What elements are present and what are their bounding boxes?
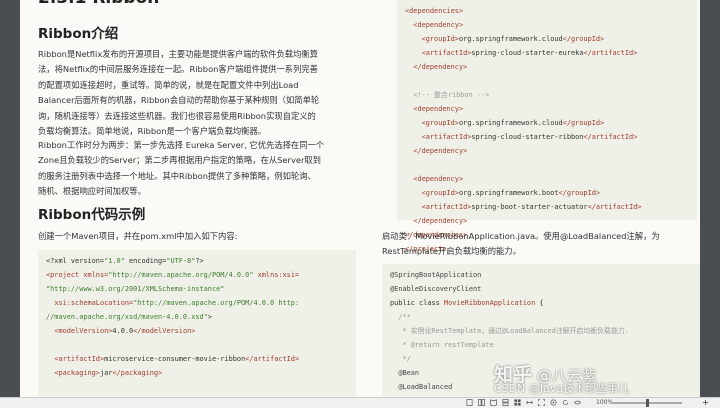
text-line: RestTemplate开启负载均衡的能力。 <box>382 246 521 257</box>
text-line: 启动类：MovieRibbonApplication.java。使用@LoadB… <box>382 231 660 241</box>
code-line: public class MovieRibbonApplication { <box>390 299 544 307</box>
text-line: 的服务注册列表中选择一个地址。其中Ribbon提供了多种策略，例如轮询、 <box>38 170 316 181</box>
intro-paragraph: Ribbon是Netflix发布的开源项目，主要功能是提供客户端的软件负载均衡算… <box>38 47 321 139</box>
text-line: 询，随机连接等）去连接这些机器。我们也很容易使用Ribbon实现自定义的 <box>38 110 316 121</box>
status-bar: 100% <box>0 397 720 408</box>
code-line: <project xmlns="http://maven.apache.org/… <box>46 271 300 279</box>
code-line: * 实例化RestTemplate，通过@LoadBalanced注解开启均衡负… <box>398 327 629 335</box>
text-line: 的配置项如连接超时，重试等。简单的说，就是在配置文件中列出Load <box>38 79 299 90</box>
code-line: <artifactId>spring-cloud-starter-eureka<… <box>421 49 638 57</box>
code-line: /** <box>398 313 411 321</box>
code-line: <artifactId>spring-cloud-starter-ribbon<… <box>421 133 638 141</box>
fullscreen-icon[interactable] <box>538 399 545 406</box>
text-line: Ribbon工作时分为两步：第一步先选择 Eureka Server, 它优先选… <box>38 140 325 150</box>
code-line: <?xml version="1.0" encoding="UTF-8"?> <box>46 257 204 265</box>
code-line: <groupId>org.springframework.cloud</grou… <box>421 119 605 127</box>
code-line: <!-- 整合ribbon --> <box>413 91 490 99</box>
zoom-level: 100% <box>596 399 614 406</box>
book-view-icon[interactable] <box>490 399 497 406</box>
text-line: 法，将Netflix的中间层服务连接在一起。Ribbon客户端组件提供一系列完善 <box>38 64 318 75</box>
code-line: <artifactId>spring-boot-starter-actuator… <box>421 203 642 211</box>
intro-heading: Ribbon介绍 <box>38 26 119 42</box>
zoom-slider-handle[interactable] <box>646 399 649 407</box>
code-line: * @return restTemplate <box>398 341 494 349</box>
code-line: <modelVersion>4.0.0</modelVersion> <box>54 327 196 335</box>
code-line: xsi:schemaLocation="http://maven.apache.… <box>54 299 300 307</box>
document-page: 2.3.1 Ribbon Ribbon介绍 Ribbon是Netflix发布的开… <box>20 0 700 397</box>
code-line: <packaging>jar</packaging> <box>54 369 163 377</box>
text-line: 创建一个Maven项目，并在pom.xml中加入如下内容: <box>38 231 238 241</box>
text-line: 随机、根据响应时间加权等。 <box>38 186 146 197</box>
scroll-view-icon[interactable] <box>502 399 509 406</box>
section-title: 2.3.1 Ribbon <box>38 0 159 8</box>
startup-paragraph: 启动类：MovieRibbonApplication.java。使用@LoadB… <box>382 229 692 260</box>
code-line: </dependency> <box>413 147 468 155</box>
eye-care-icon[interactable] <box>574 399 581 406</box>
code-line: <artifactId>microservice-consumer-movie-… <box>54 355 300 363</box>
csdn-watermark: CSDN @Java技术那些事儿 <box>494 382 630 395</box>
code-line: @EnableDiscoveryClient <box>390 285 482 293</box>
code-line: </dependency> <box>413 217 468 225</box>
code-line: "http://www.w3.org/2001/XMLSchema-instan… <box>46 285 225 293</box>
double-page-icon[interactable] <box>478 399 485 406</box>
code-line: <groupId>org.springframework.boot</group… <box>421 189 601 197</box>
example-intro: 创建一个Maven项目，并在pom.xml中加入如下内容: <box>38 229 321 244</box>
read-mode-icon[interactable] <box>550 399 557 406</box>
code-line: //maven.apache.org/xsd/maven-4.0.0.xsd"> <box>46 313 212 321</box>
rotate-icon[interactable] <box>562 399 569 406</box>
code-line: @SpringBootApplication <box>390 271 482 279</box>
example-heading: Ribbon代码示例 <box>38 207 146 223</box>
text-line: Balancer后面所有的机器，Ribbon会自动的帮助你基于某种规则（如简单轮 <box>38 95 320 106</box>
code-line: <dependency> <box>413 105 464 113</box>
text-line: Ribbon是Netflix发布的开源项目，主要功能是提供客户端的软件负载均衡算 <box>38 49 318 59</box>
text-line: Zone且负载较少的Server；第二步再根据用户指定的策略，在从Server取… <box>38 155 321 166</box>
code-line: <dependency> <box>413 175 464 183</box>
dependencies-code-block: <dependencies> <dependency> <groupId>org… <box>397 0 697 253</box>
code-line: <dependency> <box>413 21 464 29</box>
single-page-icon[interactable] <box>466 399 473 406</box>
grid-view-icon[interactable] <box>514 399 521 406</box>
work-paragraph: Ribbon工作时分为两步：第一步先选择 Eureka Server, 它优先选… <box>38 138 325 200</box>
fit-width-icon[interactable] <box>526 399 533 406</box>
code-line: </dependency> <box>413 63 468 71</box>
code-line: <dependencies> <box>405 7 464 15</box>
pom-code-block: <?xml version="1.0" encoding="UTF-8"?> <… <box>38 250 356 397</box>
zoom-in-icon[interactable] <box>702 399 709 406</box>
code-line: <groupId>org.springframework.cloud</grou… <box>421 35 605 43</box>
